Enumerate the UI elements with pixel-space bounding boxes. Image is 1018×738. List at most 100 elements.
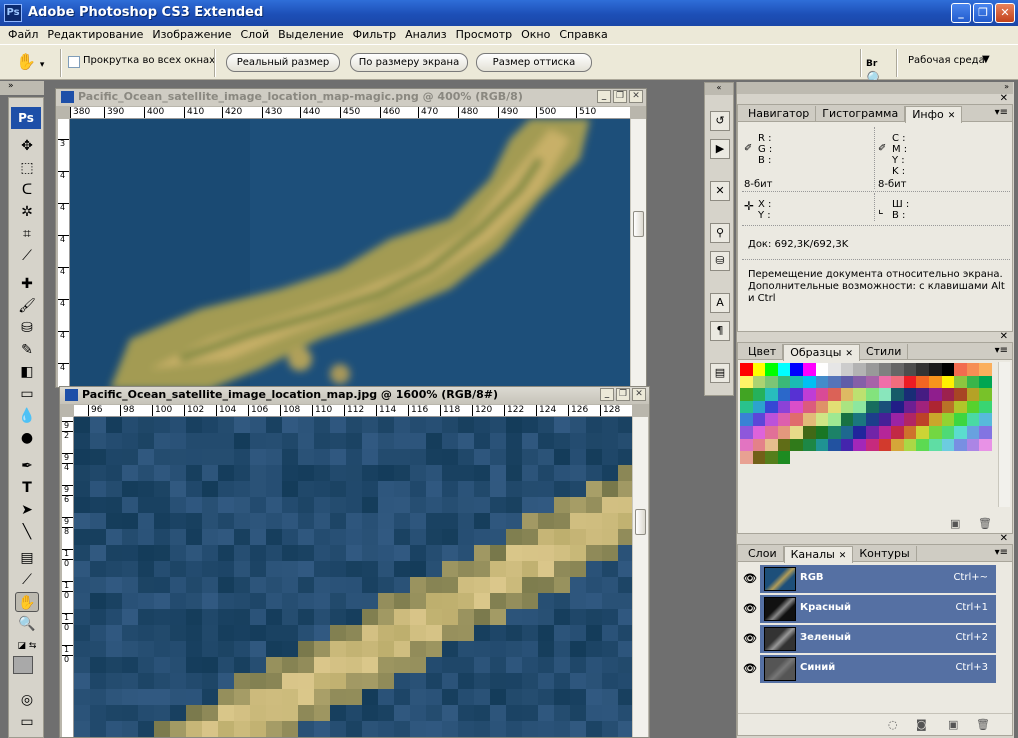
tab-close-icon[interactable]: ✕: [839, 551, 847, 561]
color-swatch[interactable]: [790, 375, 803, 389]
color-swatch[interactable]: [941, 438, 955, 452]
color-swatch[interactable]: [916, 388, 929, 401]
color-swatch[interactable]: [790, 400, 803, 414]
menu-select[interactable]: Выделение: [274, 26, 349, 44]
color-swatch[interactable]: [828, 413, 841, 426]
tab-histogram[interactable]: Гистограмма: [816, 106, 906, 122]
doc-minimize-button[interactable]: _: [600, 388, 614, 401]
color-swatch[interactable]: [853, 438, 866, 452]
color-swatch[interactable]: [979, 375, 992, 389]
color-swatch[interactable]: [878, 400, 892, 414]
color-swatch[interactable]: [954, 438, 967, 452]
color-swatch[interactable]: [966, 388, 980, 401]
eye-icon[interactable]: 👁: [740, 655, 760, 683]
panel-close-icon[interactable]: ✕: [1000, 331, 1008, 342]
doc-minimize-button[interactable]: _: [597, 90, 611, 103]
tab-layers[interactable]: Слои: [742, 546, 784, 562]
color-swatch[interactable]: [916, 438, 929, 452]
color-swatch[interactable]: [891, 375, 904, 389]
color-swatch[interactable]: [853, 388, 866, 401]
eraser-tool-icon[interactable]: ◧: [15, 362, 39, 382]
color-swatch[interactable]: [903, 363, 917, 376]
color-swatch[interactable]: [878, 413, 892, 426]
color-swatch[interactable]: [752, 388, 766, 401]
color-swatch[interactable]: [815, 375, 829, 389]
color-swatch[interactable]: [777, 426, 791, 439]
color-swatch[interactable]: [903, 413, 917, 426]
panel-close-icon[interactable]: ✕: [1000, 93, 1008, 104]
menu-file[interactable]: Файл: [4, 26, 43, 44]
bridge-icon[interactable]: Br🔍: [866, 52, 890, 88]
color-swatch[interactable]: [828, 426, 841, 439]
color-swatch[interactable]: [840, 375, 854, 389]
color-swatch[interactable]: [853, 375, 866, 389]
color-swatch[interactable]: [866, 426, 879, 439]
default-colors-icon[interactable]: ◪ ⇆: [15, 636, 39, 656]
color-swatch[interactable]: [828, 388, 841, 401]
color-swatch[interactable]: [828, 375, 841, 389]
color-swatch[interactable]: [803, 413, 816, 426]
color-swatch[interactable]: [916, 413, 929, 426]
tab-paths[interactable]: Контуры: [853, 546, 917, 562]
color-swatch[interactable]: [866, 363, 879, 376]
color-swatch[interactable]: [866, 400, 879, 414]
color-swatch[interactable]: [979, 413, 992, 426]
panel-close-icon[interactable]: ✕: [1000, 533, 1008, 544]
tab-close-icon[interactable]: ✕: [845, 349, 853, 359]
brush-tool-icon[interactable]: 🖌: [15, 296, 39, 316]
color-swatch[interactable]: [891, 363, 904, 376]
vertical-ruler[interactable]: 9 2 9 4 9 6 9 8 1 0 1 0 1 0 1 0: [62, 417, 74, 737]
color-swatch[interactable]: [840, 363, 854, 376]
eye-icon[interactable]: 👁: [740, 565, 760, 593]
panel-menu-icon[interactable]: ▾≡: [995, 345, 1008, 356]
color-swatch[interactable]: [740, 388, 753, 401]
color-swatch[interactable]: [815, 388, 829, 401]
color-swatch[interactable]: [891, 388, 904, 401]
color-swatch[interactable]: [752, 363, 766, 376]
color-swatch[interactable]: [752, 400, 766, 414]
color-swatch[interactable]: [903, 400, 917, 414]
color-swatch[interactable]: [941, 388, 955, 401]
menu-filter[interactable]: Фильтр: [349, 26, 402, 44]
color-swatch[interactable]: [803, 375, 816, 389]
tab-close-icon[interactable]: ✕: [948, 111, 956, 121]
color-swatch[interactable]: [966, 363, 980, 376]
color-swatch[interactable]: [765, 451, 778, 464]
document-window-main[interactable]: Pacific_Ocean_satellite_image_location_m…: [59, 386, 650, 738]
color-swatch[interactable]: [815, 413, 829, 426]
color-swatch[interactable]: [790, 363, 803, 376]
color-swatch[interactable]: [891, 413, 904, 426]
image-canvas[interactable]: [74, 417, 632, 738]
color-swatch[interactable]: [815, 426, 829, 439]
workspace-menu[interactable]: Рабочая среда: [908, 55, 985, 66]
move-tool-icon[interactable]: ✥: [15, 136, 39, 156]
color-swatch[interactable]: [777, 451, 791, 464]
color-swatch[interactable]: [979, 438, 992, 452]
tool-preset-picker[interactable]: ✋ ▾: [16, 52, 52, 74]
tab-color[interactable]: Цвет: [742, 344, 784, 360]
color-swatch[interactable]: [740, 426, 753, 439]
color-swatch[interactable]: [828, 363, 841, 376]
minimize-button[interactable]: _: [951, 3, 971, 23]
color-swatch[interactable]: [941, 363, 955, 376]
dock-collapse-icon[interactable]: «: [705, 83, 733, 95]
color-swatch[interactable]: [979, 388, 992, 401]
color-swatch[interactable]: [752, 426, 766, 439]
channel-row-blue[interactable]: 👁 Синий Ctrl+3: [740, 655, 996, 683]
new-channel-icon[interactable]: ▣: [948, 718, 958, 731]
dock-expand-icon[interactable]: »: [737, 82, 1013, 94]
save-selection-icon[interactable]: ◙: [916, 718, 927, 731]
color-swatch[interactable]: [866, 438, 879, 452]
actions-panel-icon[interactable]: ▶: [710, 139, 730, 159]
healing-brush-tool-icon[interactable]: ✚: [15, 274, 39, 294]
tab-navigator[interactable]: Навигатор: [742, 106, 817, 122]
color-swatch[interactable]: [903, 426, 917, 439]
channel-row-green[interactable]: 👁 Зеленый Ctrl+2: [740, 625, 996, 653]
color-swatch[interactable]: [777, 363, 791, 376]
color-swatch[interactable]: [815, 400, 829, 414]
scrollbar-thumb[interactable]: [633, 211, 644, 237]
color-swatch[interactable]: [815, 363, 829, 376]
magic-wand-tool-icon[interactable]: ✲: [15, 202, 39, 222]
color-swatch[interactable]: [954, 375, 967, 389]
color-swatch[interactable]: [840, 413, 854, 426]
